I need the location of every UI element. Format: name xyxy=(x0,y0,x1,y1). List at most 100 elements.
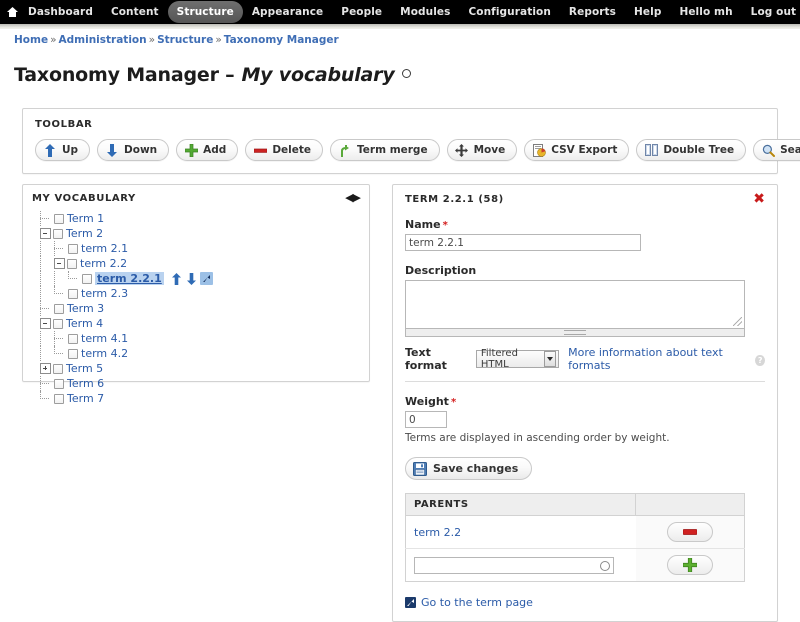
double-tree-button[interactable]: Double Tree xyxy=(636,139,747,162)
tree-item-term-2-3[interactable]: term 2.3 xyxy=(40,286,360,302)
admin-menu-help[interactable]: Help xyxy=(625,1,670,23)
term-checkbox[interactable] xyxy=(54,303,64,314)
csv-export-button[interactable]: CSV Export xyxy=(524,139,630,162)
tree-item-label-selected[interactable]: term 2.2.1 xyxy=(95,272,164,286)
term-checkbox[interactable] xyxy=(68,348,78,359)
term-checkbox[interactable] xyxy=(53,363,63,374)
admin-menu-structure[interactable]: Structure xyxy=(167,1,243,23)
tree-item-label[interactable]: Term 5 xyxy=(66,362,103,375)
term-checkbox[interactable] xyxy=(54,393,64,404)
tree-item-label[interactable]: Term 7 xyxy=(67,392,104,405)
tree-item-label[interactable]: term 2.3 xyxy=(81,287,128,300)
table-row: term 2.2 xyxy=(405,515,745,550)
term-checkbox[interactable] xyxy=(68,288,78,299)
tree-guide xyxy=(40,376,54,392)
logout-link[interactable]: Log out xyxy=(742,1,800,23)
term-checkbox[interactable] xyxy=(54,213,64,224)
tree-collapse-toggle[interactable] xyxy=(54,258,65,270)
term-checkbox[interactable] xyxy=(53,318,63,329)
tree-item-term-5[interactable]: Term 5 xyxy=(40,361,360,376)
breadcrumb-structure[interactable]: Structure xyxy=(157,34,213,46)
name-input[interactable] xyxy=(405,234,641,252)
term-checkbox[interactable] xyxy=(68,333,78,344)
tree-guide xyxy=(40,241,54,257)
tree-item-term-7[interactable]: Term 7 xyxy=(40,391,360,406)
question-mark-icon[interactable]: ? xyxy=(755,354,765,366)
tree-collapse-toggle[interactable] xyxy=(40,318,51,330)
tree-item-term-4[interactable]: Term 4 xyxy=(40,316,360,331)
move-button[interactable]: Move xyxy=(446,139,518,162)
delete-button[interactable]: Delete xyxy=(245,139,324,162)
description-wrapper xyxy=(405,280,745,338)
go-to-term-icon[interactable] xyxy=(199,272,213,286)
parent-autocomplete-input[interactable] xyxy=(414,556,614,574)
term-checkbox[interactable] xyxy=(53,228,63,239)
up-button-label: Up xyxy=(62,144,79,157)
go-to-term-page-link[interactable]: Go to the term page xyxy=(405,596,765,609)
tree-item-term-6[interactable]: Term 6 xyxy=(40,376,360,392)
tree-item-label[interactable]: term 4.1 xyxy=(81,332,128,345)
textarea-grippie[interactable] xyxy=(405,329,745,338)
admin-menu-reports[interactable]: Reports xyxy=(560,1,625,23)
tree-guide xyxy=(54,346,68,361)
tree-item-term-4-2[interactable]: term 4.2 xyxy=(40,346,360,362)
term-checkbox[interactable] xyxy=(54,378,64,389)
parent-term-link[interactable]: term 2.2 xyxy=(414,526,461,539)
tree-item-term-1[interactable]: Term 1 xyxy=(40,211,360,227)
breadcrumb-taxonomy-manager[interactable]: Taxonomy Manager xyxy=(224,34,339,46)
parents-actions-column-header xyxy=(635,493,745,517)
down-button-label: Down xyxy=(124,144,158,157)
tree-expand-toggle[interactable] xyxy=(40,363,51,375)
admin-menu-configuration[interactable]: Configuration xyxy=(459,1,559,23)
admin-menu-content[interactable]: Content xyxy=(102,1,168,23)
breadcrumb-home[interactable]: Home xyxy=(14,34,48,46)
home-icon[interactable] xyxy=(6,0,19,24)
down-button[interactable]: Down xyxy=(97,139,170,162)
tree-item-label[interactable]: Term 3 xyxy=(67,302,104,315)
tree-item-term-2[interactable]: Term 2 xyxy=(40,226,360,241)
tree-item-term-2-2-1[interactable]: term 2.2.1 xyxy=(40,271,360,287)
tree-item-label[interactable]: Term 6 xyxy=(67,377,104,390)
term-checkbox[interactable] xyxy=(82,273,92,284)
search-button[interactable]: Search xyxy=(753,139,800,162)
tree-collapse-toggle[interactable] xyxy=(40,228,51,240)
admin-menu-appearance[interactable]: Appearance xyxy=(243,1,332,23)
tree-item-term-4-1[interactable]: term 4.1 xyxy=(40,331,360,347)
term-checkbox[interactable] xyxy=(67,258,77,269)
admin-menu-modules[interactable]: Modules xyxy=(391,1,459,23)
move-down-icon[interactable] xyxy=(185,272,198,285)
description-label: Description xyxy=(405,264,477,278)
page-title: Taxonomy Manager – My vocabulary xyxy=(14,61,786,96)
term-tree: Term 1 Term 2 term 2.1 term 2.2 term 2.2… xyxy=(32,211,360,406)
tree-item-term-3[interactable]: Term 3 xyxy=(40,301,360,317)
breadcrumb-administration[interactable]: Administration xyxy=(59,34,147,46)
tree-item-label[interactable]: Term 2 xyxy=(66,227,103,240)
page-content: Home» Administration» Structure» Taxonomy M… xyxy=(0,24,800,622)
tree-item-label[interactable]: Term 1 xyxy=(67,212,104,225)
up-button[interactable]: Up xyxy=(35,139,91,162)
tree-item-label[interactable]: term 2.2 xyxy=(80,257,127,270)
tree-item-term-2-2[interactable]: term 2.2 xyxy=(40,256,360,272)
add-parent-button[interactable] xyxy=(666,555,713,576)
tree-guide xyxy=(40,331,54,347)
resize-horizontal-icon[interactable]: ◀▶ xyxy=(345,192,361,203)
add-button[interactable]: Add xyxy=(176,139,239,162)
tree-guide xyxy=(40,301,54,317)
tree-item-label[interactable]: term 2.1 xyxy=(81,242,128,255)
weight-input[interactable] xyxy=(405,411,447,429)
text-format-select[interactable]: Filtered HTML xyxy=(475,348,560,370)
term-checkbox[interactable] xyxy=(68,243,78,254)
admin-menu-dashboard[interactable]: Dashboard xyxy=(19,1,102,23)
move-up-icon[interactable] xyxy=(170,272,183,285)
admin-menu-people[interactable]: People xyxy=(332,1,391,23)
term-merge-button[interactable]: Term merge xyxy=(330,139,440,162)
tree-item-label[interactable]: Term 4 xyxy=(66,317,103,330)
tree-item-label[interactable]: term 4.2 xyxy=(81,347,128,360)
tree-item-term-2-1[interactable]: term 2.1 xyxy=(40,241,360,257)
close-icon[interactable]: ✖ xyxy=(753,192,765,206)
description-textarea[interactable] xyxy=(405,280,745,330)
remove-parent-button[interactable] xyxy=(666,522,713,543)
save-changes-button[interactable]: Save changes xyxy=(405,457,533,481)
text-format-help-link[interactable]: More information about text formats xyxy=(568,346,741,372)
user-greeting[interactable]: Hello mh xyxy=(670,1,741,23)
